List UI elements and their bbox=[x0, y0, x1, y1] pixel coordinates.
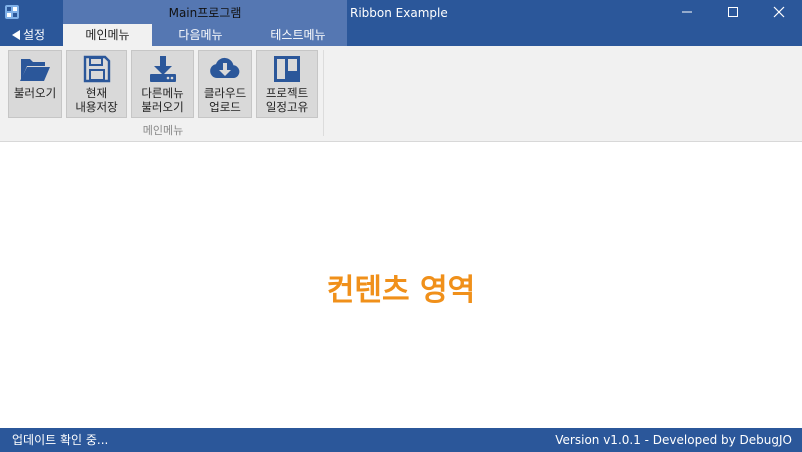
status-bar: 업데이트 확인 중... Version v1.0.1 - Developed … bbox=[0, 428, 802, 452]
project-schedule-button[interactable]: 프로젝트 일정고유 bbox=[256, 50, 318, 118]
ribbon-panel: 불러오기 현재 내용저장 다른메뉴 불러오기 클라우드 업로드 프로젝트 일정고… bbox=[0, 46, 802, 142]
status-update-text: 업데이트 확인 중... bbox=[12, 433, 109, 447]
tab-next-menu[interactable]: 다음메뉴 bbox=[152, 24, 249, 46]
board-columns-icon bbox=[274, 56, 300, 82]
content-placeholder-text: 컨텐츠 영역 bbox=[326, 272, 476, 308]
load-other-menu-button[interactable]: 다른메뉴 불러오기 bbox=[131, 50, 194, 118]
app-icon bbox=[5, 5, 19, 19]
tab-main-menu[interactable]: 메인메뉴 bbox=[63, 24, 152, 46]
ribbon-tab-row: 설정 메인메뉴 다음메뉴 테스트메뉴 bbox=[0, 24, 802, 46]
title-bar: Main프로그램 Ribbon Example bbox=[0, 0, 802, 46]
maximize-button[interactable] bbox=[710, 0, 756, 24]
minimize-icon bbox=[682, 11, 692, 13]
load-other-menu-button-label: 다른메뉴 불러오기 bbox=[141, 86, 184, 114]
ribbon-group-separator bbox=[323, 50, 324, 136]
tab-test-menu[interactable]: 테스트메뉴 bbox=[249, 24, 347, 46]
maximize-icon bbox=[728, 7, 738, 17]
folder-open-icon bbox=[20, 59, 50, 81]
minimize-button[interactable] bbox=[664, 0, 710, 24]
window-title: Ribbon Example bbox=[350, 6, 448, 20]
cloud-upload-button-label: 클라우드 업로드 bbox=[203, 86, 247, 114]
status-version-text: Version v1.0.1 - Developed by DebugJO bbox=[555, 433, 792, 447]
save-current-button-label: 현재 내용저장 bbox=[75, 86, 118, 114]
content-area: 컨텐츠 영역 bbox=[0, 142, 802, 428]
cloud-download-icon bbox=[210, 57, 240, 78]
cloud-upload-button[interactable]: 클라우드 업로드 bbox=[198, 50, 252, 118]
save-current-button[interactable]: 현재 내용저장 bbox=[66, 50, 127, 118]
load-button-label: 불러오기 bbox=[13, 86, 57, 100]
backstage-label: 설정 bbox=[23, 28, 46, 42]
triangle-left-icon bbox=[12, 30, 20, 40]
backstage-settings-button[interactable]: 설정 bbox=[0, 24, 60, 46]
close-icon bbox=[773, 6, 785, 18]
context-group-title: Main프로그램 bbox=[168, 6, 242, 20]
floppy-save-icon bbox=[83, 55, 110, 83]
project-schedule-button-label: 프로젝트 일정고유 bbox=[265, 86, 309, 114]
load-button[interactable]: 불러오기 bbox=[8, 50, 62, 118]
download-icon bbox=[149, 56, 176, 82]
close-button[interactable] bbox=[756, 0, 802, 24]
ribbon-group-label: 메인메뉴 bbox=[142, 124, 184, 137]
